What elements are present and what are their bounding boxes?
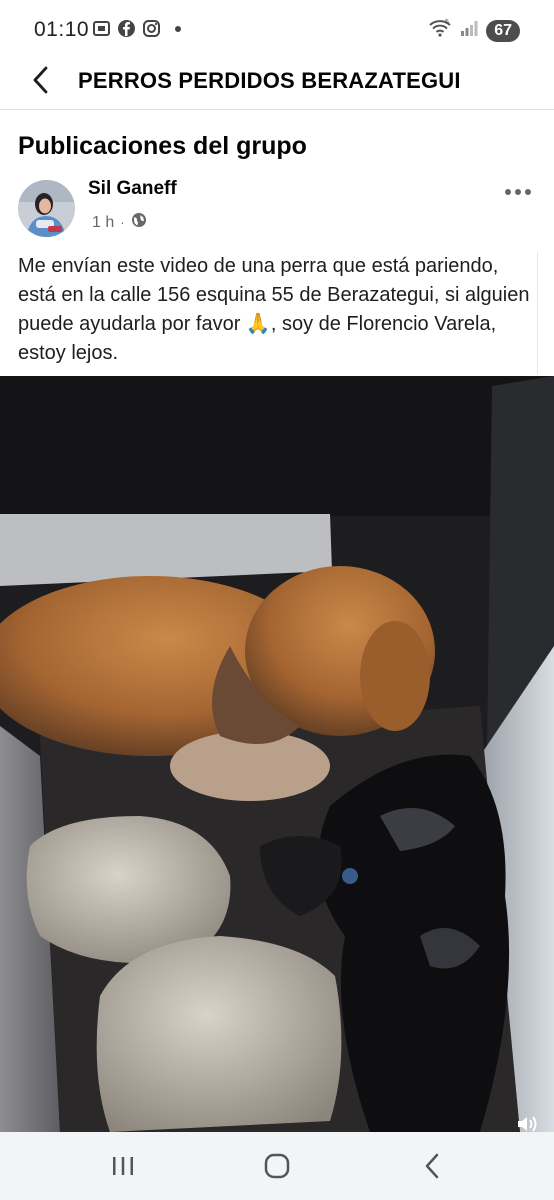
recent-apps-icon[interactable]	[103, 1150, 143, 1182]
battery-icon: 67	[486, 19, 520, 42]
meta-separator: ·	[120, 215, 125, 230]
signal-icon	[460, 19, 478, 42]
back-arrow-icon[interactable]	[24, 63, 58, 97]
status-bar: 01:10 5 67	[0, 0, 554, 60]
notification-dot	[175, 25, 181, 32]
post-text-border	[537, 252, 538, 374]
section-title: Publicaciones del grupo	[18, 132, 307, 160]
back-icon[interactable]	[413, 1150, 453, 1182]
post-meta: 1 h ·	[92, 212, 147, 233]
status-icons-left	[92, 19, 181, 38]
status-icons-right: 5 67	[428, 18, 520, 43]
post-time[interactable]: 1 h	[92, 214, 114, 232]
author-name[interactable]: Sil Ganeff	[88, 178, 177, 200]
app-bar: PERROS PERDIDOS BERAZATEGUI	[0, 55, 554, 110]
svg-text:5: 5	[445, 19, 449, 26]
globe-icon	[131, 212, 147, 233]
status-time: 01:10	[34, 18, 90, 41]
volume-icon[interactable]	[516, 1116, 540, 1132]
post-video[interactable]	[0, 376, 554, 1132]
avatar[interactable]	[18, 180, 75, 237]
group-title[interactable]: PERROS PERDIDOS BERAZATEGUI	[78, 68, 461, 94]
instagram-icon	[142, 19, 161, 38]
post-text: Me envían este video de una perra que es…	[18, 255, 530, 364]
more-options-icon[interactable]	[498, 180, 538, 204]
wifi-icon: 5	[428, 18, 452, 43]
home-icon[interactable]	[257, 1150, 297, 1182]
facebook-icon	[117, 19, 136, 38]
screenshot-icon	[92, 19, 111, 38]
video-frame	[0, 376, 554, 1132]
system-nav-bar	[0, 1132, 554, 1200]
